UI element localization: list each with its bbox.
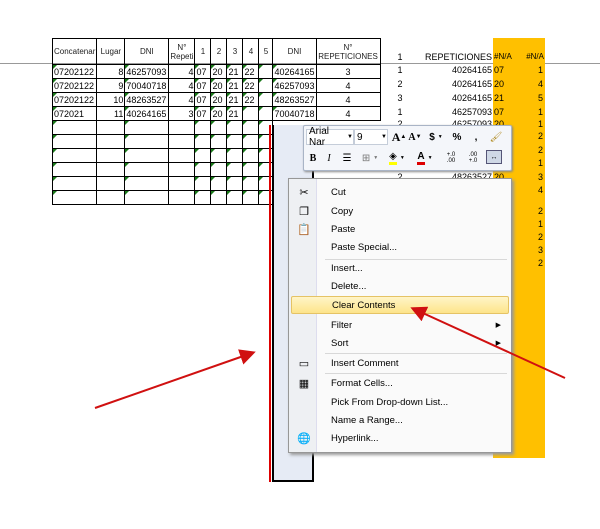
red-arrow-left <box>94 349 256 409</box>
annotation-arrows <box>94 306 566 409</box>
red-arrow-right <box>410 306 566 379</box>
